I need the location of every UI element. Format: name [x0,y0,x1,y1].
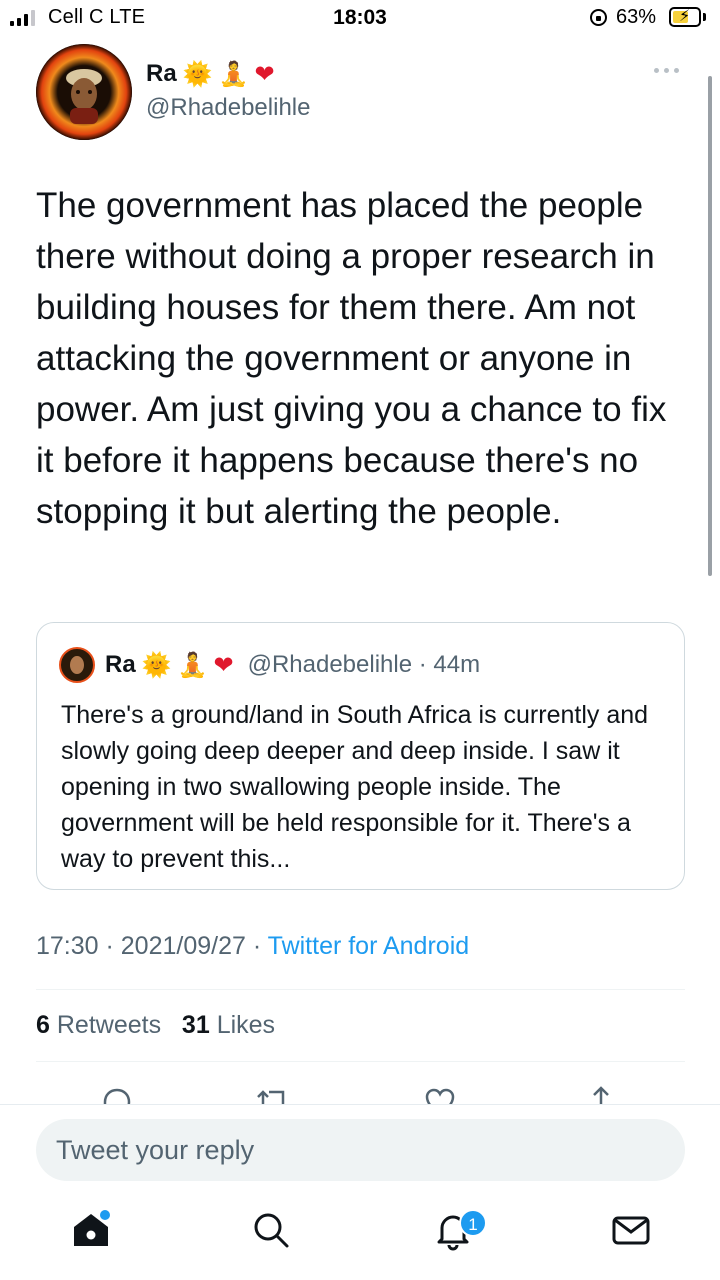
tweet-source-link[interactable]: Twitter for Android [268,932,469,960]
heart-emoji-icon: ❤ [213,651,234,679]
meditation-emoji-icon: 🧘 [218,60,249,88]
bottom-navigation [0,1187,720,1280]
author-avatar[interactable] [36,44,132,140]
divider [36,989,685,990]
charging-bolt-icon: ⚡ [679,8,691,25]
author-handle[interactable]: @Rhadebelihle [146,94,310,122]
retweets-label[interactable]: Retweets [57,1011,161,1039]
quoted-tweet-card[interactable]: Ra 🌞 🧘 ❤ @Rhadebelihle · 44m There's a g… [36,622,685,890]
reply-icon[interactable] [99,1084,135,1106]
tweet-time: 17:30 [36,932,99,960]
retweet-icon[interactable] [255,1084,295,1106]
quoted-author-avatar [59,647,95,683]
retweets-count[interactable]: 6 [36,1011,50,1039]
status-time: 18:03 [333,6,387,29]
search-icon[interactable] [246,1205,296,1255]
divider [36,1061,685,1062]
status-bar: Cell C LTE 18:03 63% ⚡ [0,0,720,40]
battery-icon: ⚡ [669,7,701,27]
meta-separator: · [98,932,121,960]
author-name[interactable]: Ra 🌞 🧘 ❤ [146,60,275,88]
quoted-tweet-header: Ra 🌞 🧘 ❤ @Rhadebelihle · 44m [59,647,480,683]
quoted-author-name: Ra [105,651,136,678]
messages-icon[interactable] [606,1205,656,1255]
heart-emoji-icon: ❤ [254,60,275,88]
likes-count[interactable]: 31 [182,1011,210,1039]
quoted-author-handle-time: @Rhadebelihle · 44m [247,651,481,678]
tweet-text: The government has placed the people the… [36,186,667,531]
meditation-emoji-icon: 🧘 [177,651,208,679]
share-icon[interactable] [583,1084,619,1106]
more-options-icon[interactable] [654,68,679,73]
like-icon[interactable] [422,1084,458,1106]
notifications-badge: 1 [459,1209,487,1237]
tweet-date: 2021/09/27 [120,932,246,960]
sun-emoji-icon: 🌞 [141,651,172,679]
quoted-tweet-text: There's a ground/land in South Africa is… [61,701,649,873]
tweet-meta: 17:30 · 2021/09/27 · Twitter for Android [36,932,469,961]
sun-emoji-icon: 🌞 [182,60,213,88]
battery-percent: 63% [616,6,657,28]
home-unread-dot [100,1210,110,1220]
author-name-text[interactable]: Ra [146,60,177,88]
reply-input[interactable] [36,1119,685,1181]
likes-label[interactable]: Likes [217,1011,275,1039]
orientation-lock-icon [590,9,607,26]
reply-bar [0,1105,720,1187]
meta-separator: · [245,932,268,960]
tweet-actions [0,1084,720,1106]
scrollbar[interactable] [708,76,712,576]
tweet-stats: 6 Retweets 31 Likes [36,1011,275,1040]
battery-tip [703,13,706,21]
